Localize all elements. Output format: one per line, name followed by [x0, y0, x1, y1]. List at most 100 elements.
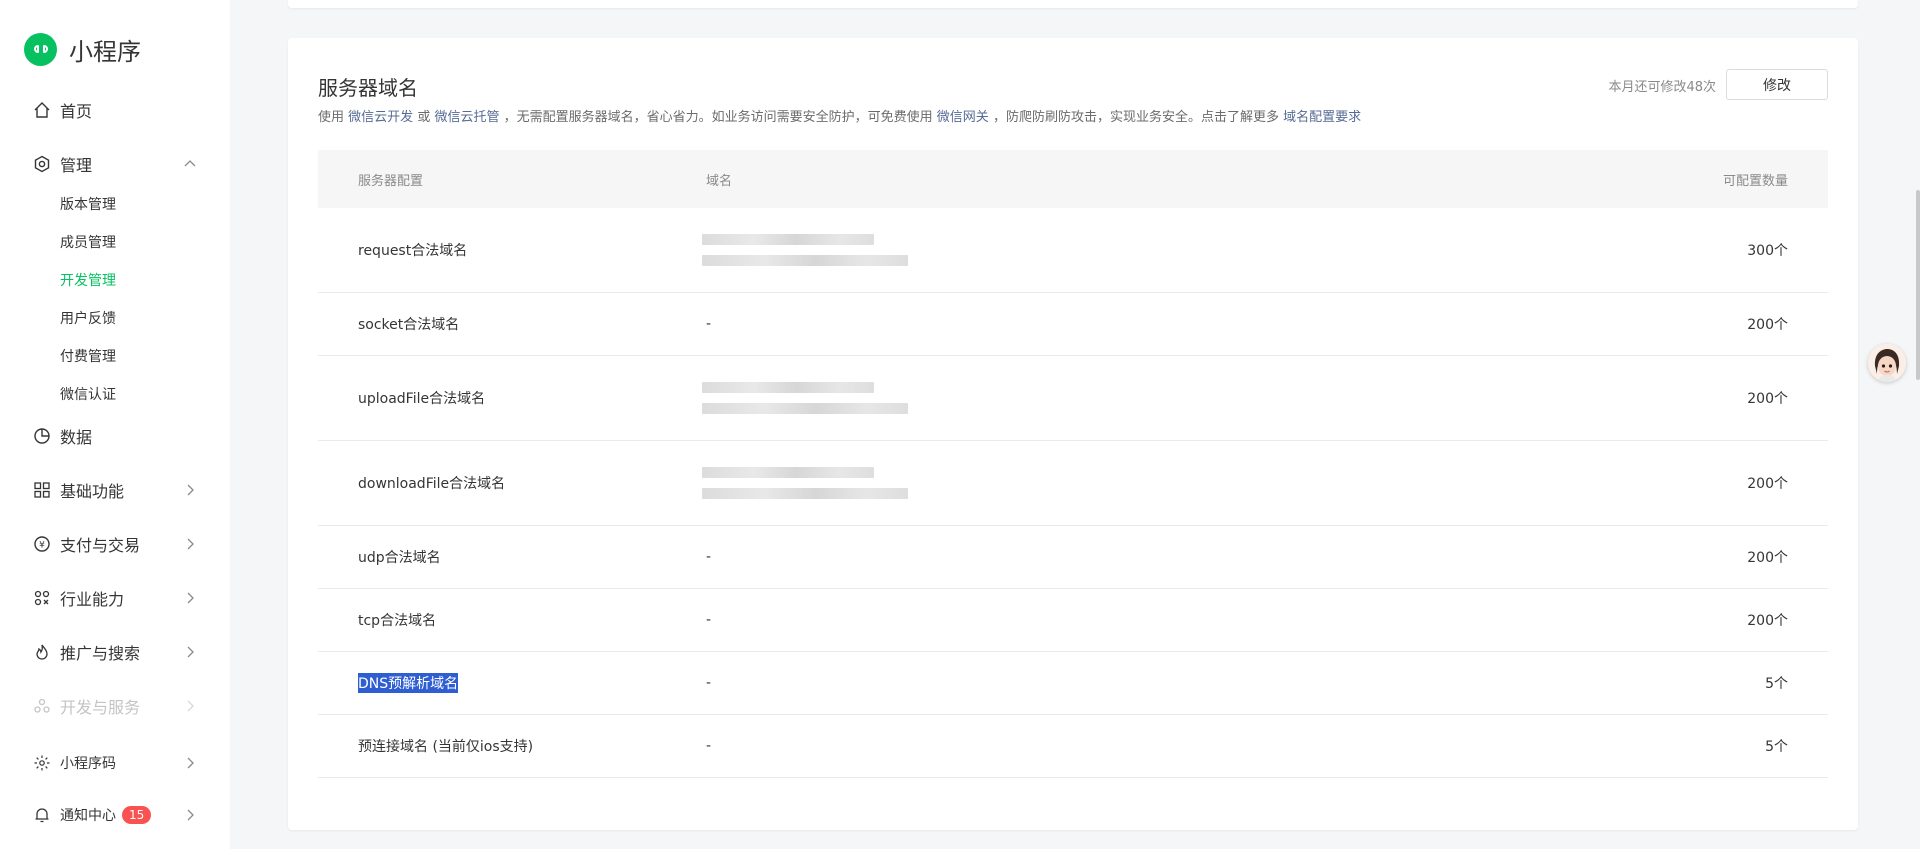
row-count: 200个 [1747, 391, 1788, 407]
chevron-right-icon [187, 700, 194, 712]
sidebar-subitem-feedback[interactable]: 用户反馈 [60, 307, 116, 329]
previous-card [288, 0, 1858, 8]
row-count: 5个 [1765, 739, 1788, 755]
assistant-avatar-icon [1868, 344, 1906, 382]
row-domain: - [706, 675, 712, 691]
blurred-domain-value [702, 467, 908, 499]
notification-count-badge: 15 [122, 806, 152, 824]
domain-requirements-link[interactable]: 域名配置要求 [1283, 110, 1361, 125]
row-domain: - [706, 316, 712, 332]
table-row: downloadFile合法域名 200个 [318, 441, 1828, 526]
sidebar-item-label: 数据 [60, 428, 93, 447]
gateway-link[interactable]: 微信网关 [937, 110, 989, 125]
column-header: 可配置数量 [1722, 173, 1788, 189]
desc-text: ，无需配置服务器域名，省心省力。如业务访问需要安全防护，可免费使用 [503, 110, 933, 125]
sidebar-item-industry[interactable]: 行业能力 [32, 583, 208, 613]
row-count: 300个 [1747, 243, 1788, 259]
chevron-right-icon [187, 646, 194, 658]
grid-icon [32, 480, 52, 500]
row-name: 预连接域名 (当前仅ios支持) [358, 739, 534, 755]
row-name: socket合法域名 [358, 317, 460, 333]
row-count: 200个 [1747, 550, 1788, 566]
row-name: udp合法域名 [358, 550, 441, 566]
page-title: 服务器域名 [318, 76, 418, 100]
chevron-right-icon [187, 592, 194, 604]
row-domain: - [706, 549, 712, 565]
sidebar-subitem-members[interactable]: 成员管理 [60, 231, 116, 253]
sidebar-item-label: 小程序码 [60, 756, 116, 772]
sidebar-subitem-version[interactable]: 版本管理 [60, 193, 116, 215]
yuan-icon: ¥ [32, 534, 52, 554]
app-logo[interactable]: 小程序 [24, 32, 141, 66]
chevron-right-icon [187, 484, 194, 496]
column-header: 域名 [706, 173, 733, 189]
server-domain-card: 服务器域名 使用 微信云开发 或 微信云托管 ，无需配置服务器域名，省心省力。如… [288, 38, 1858, 830]
blurred-domain-value [702, 382, 908, 414]
sidebar-item-label: 基础功能 [60, 482, 125, 501]
cloud-dev-link[interactable]: 微信云开发 [348, 110, 413, 125]
pie-chart-icon [32, 426, 52, 446]
sidebar: 小程序 首页 管理 版本管理 成员管理 开发管理 用户反馈 付费管理 微信认证 … [0, 0, 230, 849]
modify-quota-text: 本月还可修改48次 [1608, 80, 1716, 95]
sidebar-item-mini-code[interactable]: 小程序码 [32, 748, 208, 778]
chevron-up-icon [184, 160, 196, 167]
bell-icon [32, 805, 52, 825]
desc-text: ，防爬防刷防攻击，实现业务安全。点击了解更多 [992, 110, 1279, 125]
sidebar-item-basic-features[interactable]: 基础功能 [32, 475, 208, 505]
row-domain: - [706, 612, 712, 628]
table-row: DNS预解析域名 - 5个 [318, 652, 1828, 715]
home-icon [32, 100, 52, 120]
table-row: socket合法域名 - 200个 [318, 293, 1828, 356]
row-count: 200个 [1747, 476, 1788, 492]
app-name: 小程序 [69, 37, 141, 66]
sidebar-item-promotion[interactable]: 推广与搜索 [32, 637, 208, 667]
sidebar-item-data[interactable]: 数据 [32, 421, 208, 451]
row-count: 200个 [1747, 317, 1788, 333]
sidebar-item-dev-services: 开发与服务 [32, 691, 208, 721]
server-domain-description: 使用 微信云开发 或 微信云托管 ，无需配置服务器域名，省心省力。如业务访问需要… [318, 106, 1361, 125]
sidebar-subitem-payment[interactable]: 付费管理 [60, 345, 116, 367]
nodes-icon [32, 588, 52, 608]
row-name-selected: DNS预解析域名 [358, 673, 459, 693]
row-count: 200个 [1747, 613, 1788, 629]
code-icon [32, 753, 52, 773]
row-count: 5个 [1765, 676, 1788, 692]
table-row: 预连接域名 (当前仅ios支持) - 5个 [318, 715, 1828, 778]
flame-icon [32, 642, 52, 662]
table-row: udp合法域名 - 200个 [318, 526, 1828, 589]
chevron-right-icon [187, 538, 194, 550]
sidebar-item-label: 通知中心 [60, 808, 116, 824]
sidebar-item-home[interactable]: 首页 [32, 95, 208, 125]
sidebar-item-label: 行业能力 [60, 590, 125, 609]
sidebar-item-label: 首页 [60, 102, 93, 121]
gear-icon [32, 154, 52, 174]
people-icon [32, 696, 52, 716]
cloud-host-link[interactable]: 微信云托管 [434, 110, 499, 125]
desc-text: 或 [417, 110, 431, 125]
assistant-avatar[interactable] [1868, 344, 1906, 382]
mini-program-logo-icon [24, 32, 57, 66]
row-name: request合法域名 [358, 243, 468, 259]
sidebar-item-label: 推广与搜索 [60, 644, 141, 663]
sidebar-item-manage[interactable]: 管理 [32, 149, 208, 179]
table-row: tcp合法域名 - 200个 [318, 589, 1828, 652]
blurred-domain-value [702, 234, 908, 266]
table-row: uploadFile合法域名 200个 [318, 356, 1828, 441]
sidebar-subitem-verification[interactable]: 微信认证 [60, 383, 116, 405]
table-row: request合法域名 300个 [318, 208, 1828, 293]
chevron-right-icon [187, 809, 194, 821]
desc-text: 使用 [318, 110, 345, 125]
row-name: uploadFile合法域名 [358, 391, 486, 407]
page-scrollbar[interactable] [1916, 190, 1920, 380]
sidebar-item-label: 支付与交易 [60, 536, 141, 555]
sidebar-item-payment-trade[interactable]: ¥ 支付与交易 [32, 529, 208, 559]
edit-button[interactable]: 修改 [1726, 69, 1828, 100]
table-header: 服务器配置 域名 可配置数量 [318, 150, 1828, 208]
row-name: tcp合法域名 [358, 613, 437, 629]
domain-table: 服务器配置 域名 可配置数量 request合法域名 300个 socket合法… [318, 150, 1828, 778]
row-name: downloadFile合法域名 [358, 476, 506, 492]
sidebar-item-notifications[interactable]: 通知中心 15 [32, 800, 208, 830]
chevron-right-icon [187, 757, 194, 769]
row-domain: - [706, 738, 712, 754]
sidebar-subitem-development[interactable]: 开发管理 [60, 269, 116, 291]
